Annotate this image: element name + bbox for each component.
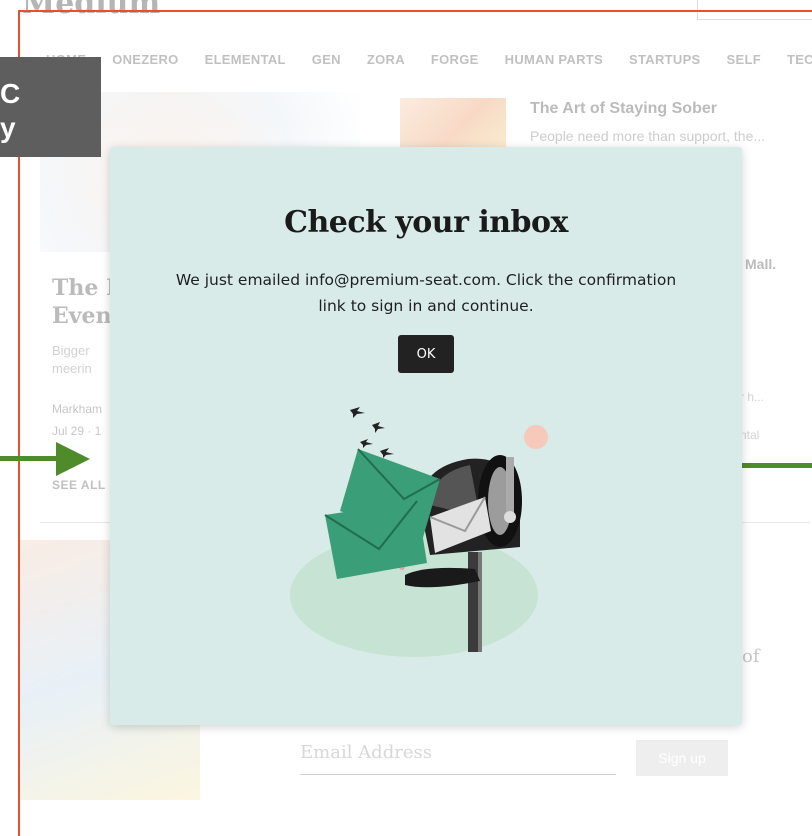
grey-overlay-box: C y	[0, 57, 101, 157]
nav-item: ONEZERO	[112, 52, 179, 67]
nav-item: GEN	[311, 52, 341, 67]
article-fragment: r h...	[740, 390, 765, 404]
article-subtitle: People need more than support, the...	[530, 128, 766, 144]
nav-item: SELF	[726, 52, 761, 67]
frame-border-top	[18, 10, 812, 12]
feature-text: Bigger meerin	[52, 342, 92, 378]
arrow-right-icon	[56, 442, 90, 476]
grey-box-glyphs: C y	[0, 78, 21, 143]
newsletter-fragment: of	[742, 646, 760, 667]
article-headline: The Art of Staying Sober	[530, 100, 717, 117]
nav-item: ZORA	[366, 52, 405, 67]
topic-nav: HOME ONEZERO ELEMENTAL GEN ZORA FORGE HU…	[46, 52, 812, 67]
email-input: Email Address	[300, 742, 616, 775]
article-fragment: Mall.	[745, 256, 777, 272]
nav-item: ELEMENTAL	[204, 52, 286, 67]
nav-item: TECH	[786, 52, 812, 67]
see-all-link: SEE ALL	[52, 478, 106, 492]
feature-text-line: Bigger	[52, 343, 90, 358]
article-fragment: ntal	[740, 428, 760, 442]
feature-author: Markham Jul 29 · 1	[52, 398, 102, 442]
arrow-right-shaft	[0, 456, 58, 461]
nav-item: HUMAN PARTS	[504, 52, 604, 67]
ok-button[interactable]: OK	[398, 335, 454, 373]
dialog-message: We just emailed info@premium-seat.com. C…	[175, 271, 677, 315]
nav-item: FORGE	[430, 52, 479, 67]
author-name: Markham	[52, 402, 103, 416]
dialog-title: Check your inbox	[284, 205, 568, 240]
signup-button: Sign up	[636, 740, 728, 776]
mailbox-with-envelopes-icon	[290, 407, 548, 657]
feature-text-line: meerin	[52, 361, 92, 376]
check-inbox-dialog: Check your inbox We just emailed info@pr…	[110, 147, 742, 725]
post-date: Jul 29 · 1	[52, 424, 102, 438]
nav-item: STARTUPS	[629, 52, 701, 67]
